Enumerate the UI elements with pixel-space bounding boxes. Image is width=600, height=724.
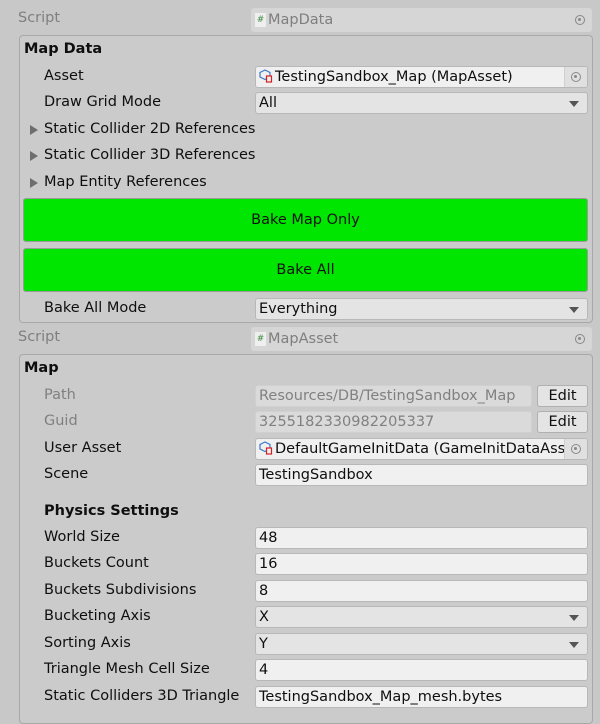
path-label: Path: [44, 387, 76, 403]
section-title-map-data: Map Data: [24, 41, 103, 57]
asset-row: Asset TestingSandbox_Map (MapAsset): [20, 65, 592, 89]
foldout-label[interactable]: Static Collider 2D References: [44, 121, 255, 137]
scene-row: Scene TestingSandbox: [20, 463, 592, 487]
chevron-down-icon: [569, 615, 579, 621]
scene-input[interactable]: TestingSandbox: [255, 464, 588, 486]
static-colliders-3d-triangle-row: Static Colliders 3D Triangle TestingSand…: [20, 685, 592, 709]
script-value: MapAsset: [268, 331, 339, 347]
bucketing-axis-row: Bucketing Axis X: [20, 605, 592, 629]
foldout-map-entity[interactable]: Map Entity References: [20, 171, 592, 195]
script-row-mapdata: Script # MapData: [0, 7, 600, 33]
guid-field: 3255182330982205337: [255, 411, 532, 433]
bake-all-mode-value: Everything: [259, 301, 338, 317]
object-picker-icon[interactable]: [564, 67, 587, 87]
chevron-down-icon: [569, 101, 579, 107]
foldout-label[interactable]: Map Entity References: [44, 174, 207, 190]
chevron-down-icon: [569, 642, 579, 648]
sorting-axis-label: Sorting Axis: [44, 635, 131, 651]
static-colliders-3d-triangle-label: Static Colliders 3D Triangle: [44, 688, 240, 704]
path-edit-button[interactable]: Edit: [537, 385, 588, 407]
sorting-axis-dropdown[interactable]: Y: [255, 633, 588, 655]
physics-settings-title: Physics Settings: [44, 503, 179, 519]
map-data-panel: Map Data Asset TestingSandbox_Map (MapAs…: [19, 35, 593, 323]
draw-grid-mode-row: Draw Grid Mode All: [20, 91, 592, 115]
foldout-static-collider-3d[interactable]: Static Collider 3D References: [20, 144, 592, 168]
chevron-down-icon: [569, 307, 579, 313]
script-label: Script: [18, 10, 61, 26]
guid-edit-button[interactable]: Edit: [537, 411, 588, 433]
buckets-count-label: Buckets Count: [44, 555, 149, 571]
user-asset-field[interactable]: DefaultGameInitData (GameInitDataAsset): [255, 438, 588, 460]
draw-grid-mode-dropdown[interactable]: All: [255, 92, 588, 114]
triangle-mesh-cell-size-row: Triangle Mesh Cell Size 4: [20, 658, 592, 682]
buckets-subdivisions-row: Buckets Subdivisions 8: [20, 579, 592, 603]
foldout-label[interactable]: Static Collider 3D References: [44, 147, 255, 163]
foldout-arrow-icon[interactable]: [30, 178, 38, 188]
script-value: MapData: [268, 12, 334, 28]
buckets-subdivisions-label: Buckets Subdivisions: [44, 582, 197, 598]
foldout-static-collider-2d[interactable]: Static Collider 2D References: [20, 118, 592, 142]
csharp-script-icon: #: [255, 332, 266, 346]
user-asset-value: DefaultGameInitData (GameInitDataAsset): [275, 441, 586, 457]
buckets-count-input[interactable]: 16: [255, 553, 588, 575]
section-title-map: Map: [24, 360, 59, 376]
script-label: Script: [18, 329, 61, 345]
scene-label: Scene: [44, 466, 89, 482]
guid-label: Guid: [44, 413, 78, 429]
foldout-arrow-icon[interactable]: [30, 151, 38, 161]
path-field: Resources/DB/TestingSandbox_Map: [255, 385, 532, 407]
draw-grid-mode-label: Draw Grid Mode: [44, 94, 162, 110]
sorting-axis-value: Y: [259, 636, 268, 652]
bake-map-only-button[interactable]: Bake Map Only: [23, 198, 588, 242]
triangle-mesh-cell-size-label: Triangle Mesh Cell Size: [44, 661, 210, 677]
triangle-mesh-cell-size-input[interactable]: 4: [255, 659, 588, 681]
bucketing-axis-label: Bucketing Axis: [44, 608, 151, 624]
draw-grid-mode-value: All: [259, 95, 277, 111]
sorting-axis-row: Sorting Axis Y: [20, 632, 592, 656]
script-row-mapasset: Script # MapAsset: [0, 326, 600, 352]
buckets-subdivisions-input[interactable]: 8: [255, 580, 588, 602]
asset-value: TestingSandbox_Map (MapAsset): [275, 69, 513, 85]
world-size-label: World Size: [44, 529, 120, 545]
asset-icon: [259, 441, 273, 459]
object-picker-icon[interactable]: [568, 8, 592, 32]
world-size-input[interactable]: 48: [255, 527, 588, 549]
csharp-script-icon: #: [255, 13, 266, 27]
path-row: Path Resources/DB/TestingSandbox_Map Edi…: [20, 384, 592, 408]
bake-all-mode-label: Bake All Mode: [44, 300, 147, 316]
asset-field[interactable]: TestingSandbox_Map (MapAsset): [255, 66, 588, 88]
map-asset-icon: [259, 69, 273, 87]
bucketing-axis-value: X: [259, 609, 269, 625]
buckets-count-row: Buckets Count 16: [20, 552, 592, 576]
world-size-row: World Size 48: [20, 526, 592, 550]
asset-label: Asset: [44, 68, 84, 84]
map-panel: Map Path Resources/DB/TestingSandbox_Map…: [19, 354, 593, 724]
foldout-arrow-icon[interactable]: [30, 125, 38, 135]
script-field[interactable]: # MapData: [251, 8, 592, 32]
object-picker-icon[interactable]: [564, 439, 587, 459]
script-field[interactable]: # MapAsset: [251, 327, 592, 351]
static-colliders-3d-triangle-field[interactable]: TestingSandbox_Map_mesh.bytes: [255, 686, 588, 708]
object-picker-icon[interactable]: [568, 327, 592, 351]
user-asset-label: User Asset: [44, 440, 122, 456]
bucketing-axis-dropdown[interactable]: X: [255, 606, 588, 628]
user-asset-row: User Asset DefaultGameInitData (GameInit…: [20, 437, 592, 461]
bake-all-mode-row: Bake All Mode Everything: [20, 297, 592, 321]
guid-row: Guid 3255182330982205337 Edit: [20, 410, 592, 434]
bake-all-mode-dropdown[interactable]: Everything: [255, 298, 588, 320]
bake-all-button[interactable]: Bake All: [23, 248, 588, 292]
